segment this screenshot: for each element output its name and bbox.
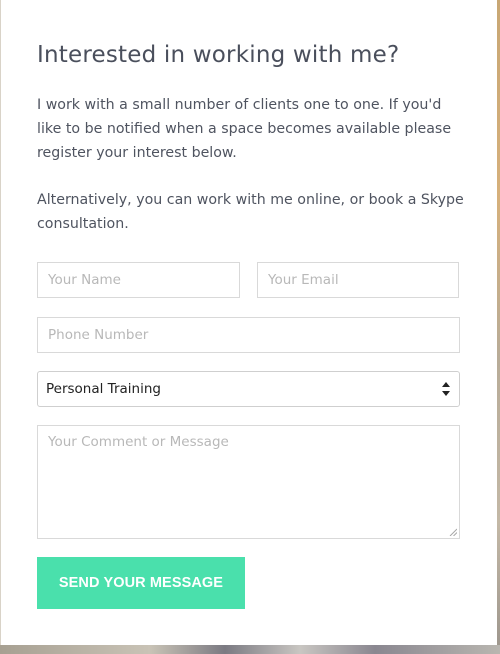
- send-message-button[interactable]: SEND YOUR MESSAGE: [37, 557, 245, 609]
- intro-paragraph: I work with a small number of clients on…: [37, 97, 452, 161]
- service-selected-value: Personal Training: [46, 381, 161, 397]
- updown-chevron-icon: [441, 381, 451, 397]
- form-title: Interested in working with me?: [37, 42, 400, 68]
- background-edge-bottom: [0, 645, 500, 654]
- message-textarea[interactable]: Your Comment or Message: [37, 425, 460, 539]
- alternative-paragraph: Alternatively, you can work with me onli…: [37, 192, 464, 232]
- contact-form-card: Interested in working with me? I work wi…: [1, 0, 497, 645]
- email-placeholder: Your Email: [268, 272, 339, 288]
- name-input[interactable]: Your Name: [37, 262, 240, 298]
- name-placeholder: Your Name: [48, 272, 121, 288]
- phone-input[interactable]: Phone Number: [37, 317, 460, 353]
- resize-grip-icon[interactable]: [449, 528, 457, 536]
- message-placeholder: Your Comment or Message: [48, 434, 229, 450]
- phone-placeholder: Phone Number: [48, 327, 149, 343]
- service-select[interactable]: Personal Training: [37, 371, 460, 407]
- email-input[interactable]: Your Email: [257, 262, 459, 298]
